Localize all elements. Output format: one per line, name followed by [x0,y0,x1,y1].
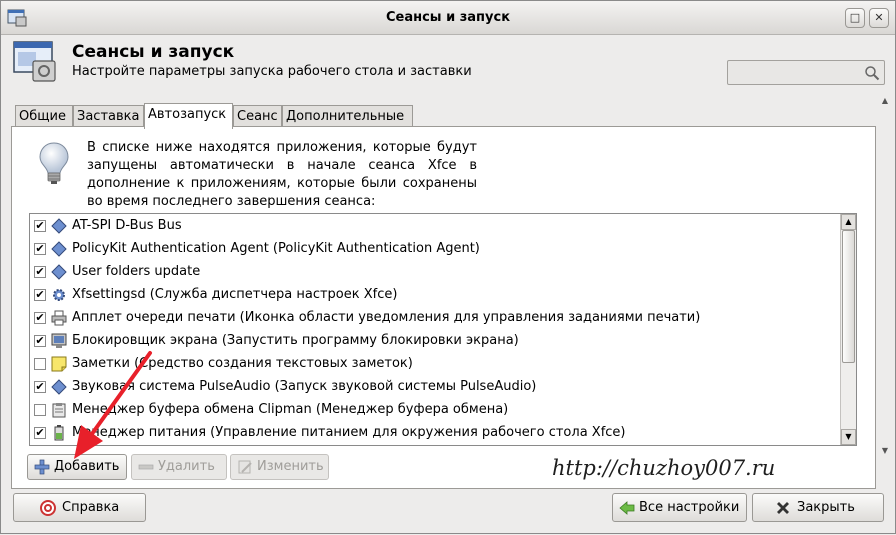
titlebar[interactable]: Сеансы и запуск □ ✕ [1,1,895,35]
watermark-text: http://chuzhoy007.ru [552,456,776,480]
close-window-button[interactable]: ✕ [869,8,889,28]
list-item-checkbox[interactable] [34,404,46,416]
list-scrollbar[interactable]: ▲ ▼ [840,214,856,445]
tab-session[interactable]: Сеанс [233,105,282,128]
scroll-thumb[interactable] [842,230,855,363]
list-item-label: User folders update [72,264,201,279]
close-icon: ✕ [874,11,884,24]
list-item-checkbox[interactable]: ✔ [34,381,46,393]
page-title: Сеансы и запуск [72,42,235,62]
maximize-icon: □ [849,11,861,24]
diamond-icon [51,218,67,234]
clipboard-icon [52,403,66,418]
list-item-checkbox[interactable] [34,358,46,370]
list-item[interactable]: ✔ AT-SPI D-Bus Bus [30,215,840,238]
search-icon[interactable] [864,65,880,81]
list-item[interactable]: ✔ User folders update [30,261,840,284]
list-item-label: Менеджер питания (Управление питанием дл… [72,425,626,440]
outer-scroll-up[interactable]: ▲ [879,96,891,108]
list-item-label: Блокировщик экрана (Запустить программу … [72,333,519,348]
close-x-icon [777,502,789,514]
autostart-list[interactable]: ✔ AT-SPI D-Bus Bus ✔ PolicyKit Authentic… [29,213,857,446]
add-button[interactable]: Добавить [27,454,127,480]
session-startup-window: Сеансы и запуск □ ✕ Сеансы и запуск Наст… [0,0,896,534]
window-title: Сеансы и запуск [385,10,511,25]
diamond-icon [51,264,67,280]
list-item-label: PolicyKit Authentication Agent (PolicyKi… [72,241,480,256]
back-arrow-icon [619,501,635,515]
printer-icon [51,310,67,326]
list-item[interactable]: Заметки (Средство создания текстовых зам… [30,353,840,376]
outer-scrollbar[interactable]: ▲ ▼ [879,96,891,481]
list-item-label: Апплет очереди печати (Иконка области ув… [72,310,701,325]
plus-icon [34,459,50,475]
scroll-up-button[interactable]: ▲ [841,214,856,230]
list-item-checkbox[interactable]: ✔ [34,266,46,278]
outer-scroll-down[interactable]: ▼ [879,446,891,458]
note-icon [51,356,67,372]
autostart-panel: В списке ниже находятся приложения, кото… [11,126,876,489]
gear-icon [53,289,65,301]
maximize-button[interactable]: □ [845,8,865,28]
battery-icon [54,425,64,441]
all-settings-button[interactable]: Все настройки [612,493,747,522]
list-item-label: Звуковая система PulseAudio (Запуск звук… [72,379,537,394]
minus-icon [138,464,154,470]
list-item-label: Заметки (Средство создания текстовых зам… [72,356,413,371]
list-item-label: Менеджер буфера обмена Clipman (Менеджер… [72,402,509,417]
close-button[interactable]: Закрыть [752,493,884,522]
tab-splash[interactable]: Заставка [73,105,144,128]
list-item-checkbox[interactable]: ✔ [34,335,46,347]
edit-button[interactable]: Изменить [230,454,329,480]
list-item-checkbox[interactable]: ✔ [34,312,46,324]
list-item[interactable]: ✔ Звуковая система PulseAudio (Запуск зв… [30,376,840,399]
list-item-checkbox[interactable]: ✔ [34,220,46,232]
scroll-down-button[interactable]: ▼ [841,429,856,445]
list-item[interactable]: ✔ Апплет очереди печати (Иконка области … [30,307,840,330]
list-item-checkbox[interactable]: ✔ [34,427,46,439]
list-item[interactable]: ✔ Менеджер питания (Управление питанием … [30,422,840,445]
diamond-icon [51,379,67,395]
monitor-icon [51,333,67,348]
list-item-label: Xfsettingsd (Служба диспетчера настроек … [72,287,398,302]
tab-autostart[interactable]: Автозапуск [144,103,233,129]
tab-general[interactable]: Общие [15,105,73,128]
list-item[interactable]: ✔ Блокировщик экрана (Запустить программ… [30,330,840,353]
list-item[interactable]: Менеджер буфера обмена Clipman (Менеджер… [30,399,840,422]
search-input[interactable] [727,60,885,85]
list-item-label: AT-SPI D-Bus Bus [72,218,182,233]
tab-advanced[interactable]: Дополнительные [282,105,413,128]
list-item-checkbox[interactable]: ✔ [34,289,46,301]
list-item[interactable]: ✔ PolicyKit Authentication Agent (Policy… [30,238,840,261]
remove-button[interactable]: Удалить [131,454,227,480]
session-settings-icon [13,41,56,82]
page-subtitle: Настройте параметры запуска рабочего сто… [72,64,472,79]
help-lifebuoy-icon [40,500,56,516]
list-item[interactable]: ✔ Xfsettingsd (Служба диспетчера настрое… [30,284,840,307]
lightbulb-icon [39,142,69,184]
diamond-icon [51,241,67,257]
help-button[interactable]: Справка [13,493,146,522]
edit-icon [238,460,252,474]
list-item-checkbox[interactable]: ✔ [34,243,46,255]
autostart-info-text: В списке ниже находятся приложения, кото… [87,140,477,209]
